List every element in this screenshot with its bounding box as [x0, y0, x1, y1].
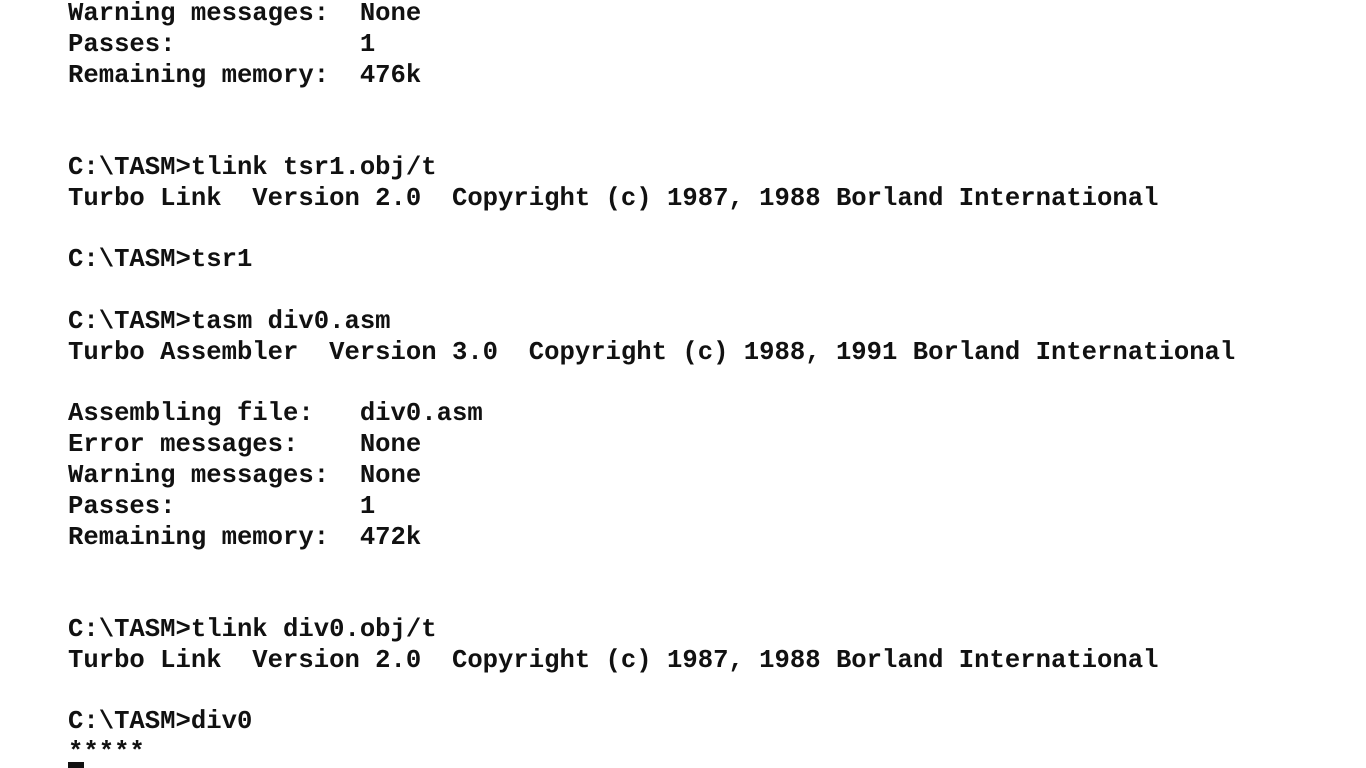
terminal-output: Warning messages: None Passes: 1 Remaini…	[68, 0, 1358, 768]
terminal-line: Passes: 1	[68, 491, 376, 521]
terminal-line: C:\TASM>tlink tsr1.obj/t	[68, 152, 437, 182]
terminal-line: C:\TASM>div0	[68, 707, 253, 737]
terminal-line: *****	[68, 738, 145, 768]
terminal-line: Turbo Link Version 2.0 Copyright (c) 198…	[68, 183, 1159, 213]
terminal-line: Remaining memory: 476k	[68, 60, 422, 90]
terminal-line: Turbo Link Version 2.0 Copyright (c) 198…	[68, 645, 1159, 675]
terminal-line: Warning messages: None	[68, 0, 422, 28]
terminal-line: Warning messages: None	[68, 460, 422, 490]
dos-terminal-screen[interactable]: Warning messages: None Passes: 1 Remaini…	[0, 0, 1366, 768]
terminal-line: Passes: 1	[68, 29, 376, 59]
terminal-line: C:\TASM>tasm div0.asm	[68, 306, 391, 336]
terminal-cursor	[68, 762, 84, 768]
terminal-line: Remaining memory: 472k	[68, 522, 422, 552]
terminal-line: C:\TASM>tsr1	[68, 245, 253, 275]
terminal-line: Assembling file: div0.asm	[68, 399, 483, 429]
terminal-line: Error messages: None	[68, 430, 422, 460]
terminal-line: C:\TASM>tlink div0.obj/t	[68, 614, 437, 644]
terminal-line: Turbo Assembler Version 3.0 Copyright (c…	[68, 337, 1236, 367]
